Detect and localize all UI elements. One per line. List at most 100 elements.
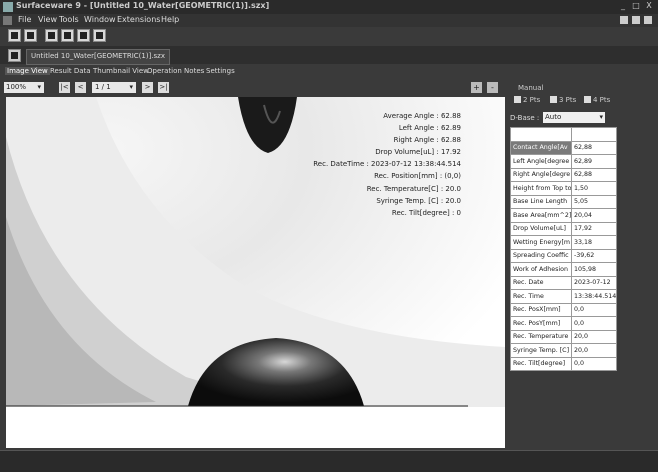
checkbox-box[interactable] xyxy=(584,96,591,103)
result-value: 20,0 xyxy=(571,329,617,344)
doc-close-icon[interactable] xyxy=(644,16,652,24)
table-row[interactable]: Left Angle[degree 62,89 xyxy=(510,154,617,169)
table-row[interactable]: Rec. Tilt[degree] 0,0 xyxy=(510,356,617,371)
result-key: Rec. Temperature xyxy=(510,329,572,344)
checkbox-3pts-label: 3 Pts xyxy=(559,96,577,104)
table-row[interactable]: Syringe Temp. [C] 20,0 xyxy=(510,343,617,358)
tab-thumbnail-view[interactable]: Thumbnail View xyxy=(93,67,149,75)
overlay-average-angle: Average Angle : 62.88 xyxy=(383,112,461,120)
table-row[interactable]: Base Line Length 5,05 xyxy=(510,194,617,209)
table-row[interactable]: Contact Angle[Av 62,88 xyxy=(510,140,617,155)
table-row[interactable]: Right Angle[degre 62,88 xyxy=(510,167,617,182)
page-select[interactable]: 1 / 1 ▾ xyxy=(92,82,136,93)
zoom-select[interactable]: 100% ▾ xyxy=(4,82,44,93)
capture-icon[interactable] xyxy=(8,49,21,62)
table-row[interactable]: Work of Adhesion 105,98 xyxy=(510,262,617,277)
table-row[interactable]: Drop Volume[uL] 17,92 xyxy=(510,221,617,236)
result-value: 0,0 xyxy=(571,316,617,331)
checkbox-2pts[interactable]: 2 Pts xyxy=(514,96,540,104)
menu-tools[interactable]: Tools xyxy=(59,15,79,24)
result-key: Left Angle[degree xyxy=(510,154,572,169)
result-value: 1,50 xyxy=(571,181,617,196)
table-row[interactable]: Wetting Energy[m 33,18 xyxy=(510,235,617,250)
menu-extensions[interactable]: Extensions xyxy=(117,15,160,24)
table-row[interactable]: Rec. Time 13:38:44.514 xyxy=(510,289,617,304)
menu-help[interactable]: Help xyxy=(161,15,179,24)
result-key: Contact Angle[Av xyxy=(510,140,572,155)
result-value: 33,18 xyxy=(571,235,617,250)
checkbox-4pts[interactable]: 4 Pts xyxy=(584,96,610,104)
export-icon[interactable] xyxy=(45,29,58,42)
checkbox-box[interactable] xyxy=(514,96,521,103)
result-key xyxy=(510,127,572,142)
open-icon[interactable] xyxy=(8,29,21,42)
close-button[interactable]: X xyxy=(644,1,654,10)
image-icon[interactable] xyxy=(93,29,106,42)
table-row[interactable]: Rec. PosY[mm] 0,0 xyxy=(510,316,617,331)
table-row[interactable]: Spreading Coeffic -39,62 xyxy=(510,248,617,263)
app-icon xyxy=(3,2,13,12)
tab-settings[interactable]: Settings xyxy=(206,67,235,75)
next-page-button[interactable]: > xyxy=(142,82,153,93)
first-page-button[interactable]: |< xyxy=(59,82,70,93)
result-value: 20,0 xyxy=(571,343,617,358)
checkbox-4pts-label: 4 Pts xyxy=(593,96,611,104)
view-tabs: Image View Result Data Thumbnail View Op… xyxy=(0,66,658,78)
result-key: Base Line Length xyxy=(510,194,572,209)
report-icon[interactable] xyxy=(61,29,74,42)
camera-icon[interactable] xyxy=(77,29,90,42)
table-row[interactable]: Base Area[mm^2] 20,04 xyxy=(510,208,617,223)
manual-label: Manual xyxy=(518,84,544,92)
tab-result-data[interactable]: Result Data xyxy=(50,67,91,75)
page-value: 1 / 1 xyxy=(95,83,111,91)
result-key: Right Angle[degre xyxy=(510,167,572,182)
image-nav-bar: 100% ▾ |< < 1 / 1 ▾ > >| + - xyxy=(0,80,505,96)
table-row[interactable] xyxy=(510,127,617,142)
save-icon[interactable] xyxy=(24,29,37,42)
zoom-out-button[interactable]: - xyxy=(487,82,498,93)
result-value: 62,88 xyxy=(571,167,617,182)
zoom-in-button[interactable]: + xyxy=(471,82,482,93)
dbase-value: Auto xyxy=(545,113,562,121)
overlay-rec-datetime: Rec. DateTime : 2023-07-12 13:38:44.514 xyxy=(313,160,461,169)
result-key: Rec. PosY[mm] xyxy=(510,316,572,331)
last-page-button[interactable]: >| xyxy=(158,82,169,93)
prev-page-button[interactable]: < xyxy=(75,82,86,93)
table-row[interactable]: Rec. PosX[mm] 0,0 xyxy=(510,302,617,317)
image-view[interactable]: Average Angle : 62.88 Left Angle : 62.89… xyxy=(6,97,505,448)
result-value: 62,89 xyxy=(571,154,617,169)
result-value: 0,0 xyxy=(571,302,617,317)
result-value: 105,98 xyxy=(571,262,617,277)
measurement-overlay: Average Angle : 62.88 Left Angle : 62.89… xyxy=(313,110,461,219)
tab-image-view[interactable]: Image View xyxy=(5,67,50,75)
tab-operation-notes[interactable]: Operation Notes xyxy=(147,67,204,75)
result-key: Syringe Temp. [C] xyxy=(510,343,572,358)
maximize-button[interactable]: □ xyxy=(631,1,641,10)
menu-view[interactable]: View xyxy=(38,15,57,24)
document-tab[interactable]: Untitled 10_Water[GEOMETRIC(1)].szx xyxy=(26,49,170,65)
table-row[interactable]: Rec. Date 2023-07-12 xyxy=(510,275,617,290)
overlay-right-angle: Right Angle : 62.88 xyxy=(393,136,461,145)
document-icon xyxy=(3,16,12,25)
document-tab-strip: Untitled 10_Water[GEOMETRIC(1)].szx xyxy=(0,46,658,65)
minimize-button[interactable]: _ xyxy=(618,1,628,10)
zoom-value: 100% xyxy=(6,83,27,91)
result-key: Spreading Coeffic xyxy=(510,248,572,263)
status-bar xyxy=(0,450,658,472)
result-key: Drop Volume[uL] xyxy=(510,221,572,236)
result-key: Rec. Time xyxy=(510,289,572,304)
menu-file[interactable]: File xyxy=(18,15,31,24)
window-title: Surfaceware 9 - [Untitled 10_Water[GEOME… xyxy=(16,1,270,10)
doc-minimize-icon[interactable] xyxy=(620,16,628,24)
table-row[interactable]: Height from Top to 1,50 xyxy=(510,181,617,196)
menu-window[interactable]: Window xyxy=(84,15,116,24)
title-bar: Surfaceware 9 - [Untitled 10_Water[GEOME… xyxy=(0,0,658,14)
chevron-down-icon: ▾ xyxy=(37,83,41,91)
doc-restore-icon[interactable] xyxy=(632,16,640,24)
checkbox-box[interactable] xyxy=(550,96,557,103)
checkbox-3pts[interactable]: 3 Pts xyxy=(550,96,576,104)
dbase-label: D-Base : xyxy=(510,114,540,122)
dbase-select[interactable]: Auto ▾ xyxy=(543,112,605,123)
result-key: Work of Adhesion xyxy=(510,262,572,277)
table-row[interactable]: Rec. Temperature 20,0 xyxy=(510,329,617,344)
